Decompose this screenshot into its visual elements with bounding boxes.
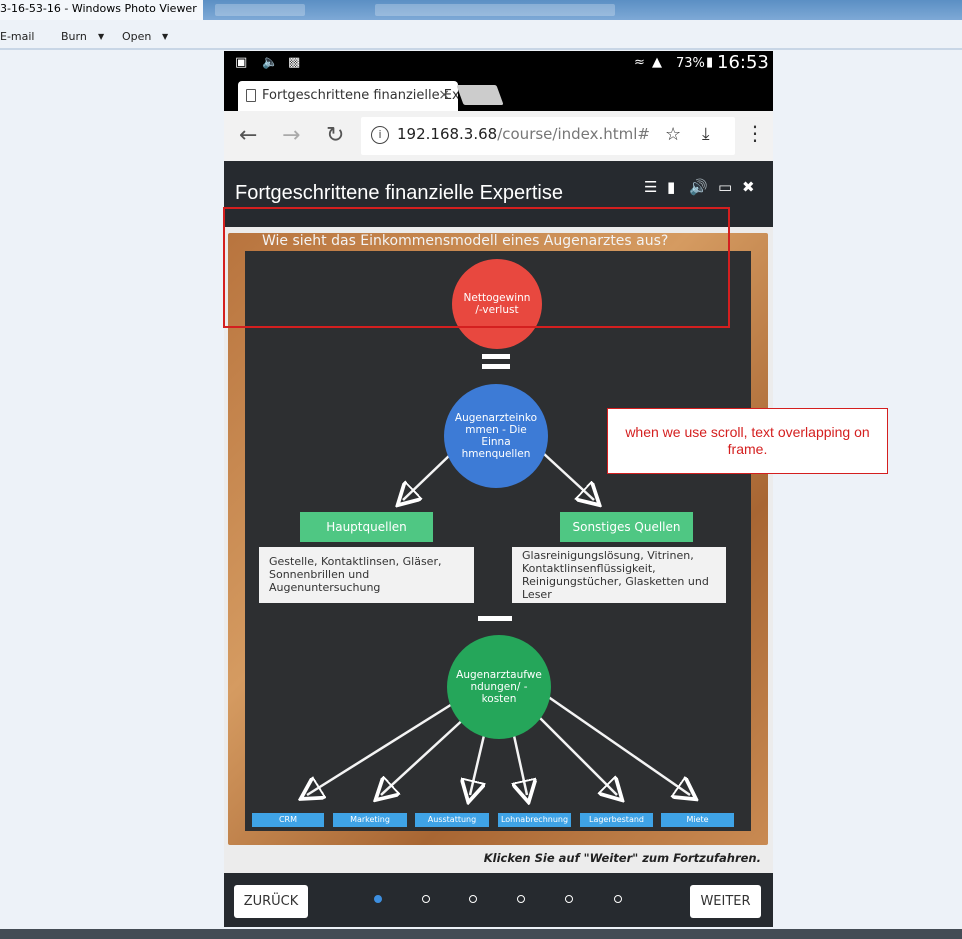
- url-field[interactable]: i 192.168.3.68/course/index.html# ☆ ⤓: [361, 117, 735, 155]
- cost-inventory: Lagerbestand: [580, 813, 653, 827]
- browser-tab[interactable]: Fortgeschrittene finanzielle Expertise ×: [238, 81, 458, 111]
- tab-title: Fortgeschrittene finanzielle Expertise: [262, 88, 458, 103]
- image-icon: ▣: [235, 55, 248, 70]
- audio-icon[interactable]: 🔊: [689, 178, 708, 196]
- clock: 16:53: [717, 52, 769, 73]
- browser-tab-strip: Fortgeschrittene finanzielle Expertise ×: [224, 77, 773, 111]
- cost-rent: Miete: [661, 813, 734, 827]
- exit-icon[interactable]: ✖: [742, 178, 755, 196]
- main-sources-text: Gestelle, Kontaktlinsen, Gläser, Sonnenb…: [259, 547, 474, 603]
- minus-sign: [478, 616, 512, 621]
- page-dot-6[interactable]: [614, 895, 622, 903]
- cost-payroll: Lohnabrechnung: [498, 813, 571, 827]
- page-dot-2[interactable]: [422, 895, 430, 903]
- back-button[interactable]: ZURÜCK: [234, 885, 308, 918]
- continue-hint: Klicken Sie auf "Weiter" zum Fortzufahre…: [483, 851, 761, 865]
- wifi-icon: ≈: [634, 55, 645, 70]
- menu-divider: [0, 48, 962, 50]
- back-arrow-icon[interactable]: ←: [239, 123, 257, 148]
- expenses-circle: Augenarztaufwe ndungen/ -kosten: [447, 635, 551, 739]
- close-tab-icon[interactable]: ×: [438, 87, 450, 103]
- other-sources-text: Glasreinigungslösung, Vitrinen, Kontaktl…: [512, 547, 726, 603]
- battery-level: 73%: [676, 56, 705, 71]
- page-dot-5[interactable]: [565, 895, 573, 903]
- income-circle: Augenarzteinko mmen - Die Einna hmenquel…: [444, 384, 548, 488]
- sim-off-icon: ▩: [288, 55, 301, 70]
- info-icon[interactable]: i: [371, 126, 389, 144]
- open-menu[interactable]: Open: [122, 30, 151, 43]
- page-dot-1[interactable]: [374, 895, 382, 903]
- email-menu[interactable]: E-mail: [0, 30, 35, 43]
- url-host: 192.168.3.68: [397, 125, 498, 143]
- cost-marketing: Marketing: [333, 813, 407, 827]
- new-tab-button[interactable]: [456, 85, 504, 105]
- burn-menu[interactable]: Burn: [61, 30, 87, 43]
- browser-address-bar: ← → ↻ i 192.168.3.68/course/index.html# …: [224, 111, 773, 161]
- taskbar-strip: [0, 929, 962, 939]
- notes-icon[interactable]: ▭: [718, 178, 732, 196]
- blurred-title-item: [215, 4, 305, 16]
- phone-status-bar: ▣ 🔈 ▩ ≈ ▲ 73% ▮ 16:53: [224, 51, 773, 77]
- menu-list-icon[interactable]: ☰: [644, 178, 657, 196]
- main-sources-label: Hauptquellen: [300, 512, 433, 542]
- page-dot-3[interactable]: [469, 895, 477, 903]
- next-button[interactable]: WEITER: [690, 885, 761, 918]
- slide-footer: ZURÜCK WEITER: [224, 873, 773, 927]
- open-dropdown-icon[interactable]: ▼: [162, 32, 168, 41]
- document-icon: [246, 89, 256, 102]
- chalkboard: Nettogewinn /-verlust Augenarzteinko mme…: [245, 251, 751, 831]
- window-title: 3-16-53-16 - Windows Photo Viewer: [0, 0, 203, 20]
- photo-viewer-menu: E-mail Burn ▼ Open ▼: [0, 28, 962, 48]
- phone-screenshot: ▣ 🔈 ▩ ≈ ▲ 73% ▮ 16:53 Fortgeschrittene f…: [224, 51, 773, 927]
- url-path: /course/index.html#: [497, 125, 650, 143]
- issue-callout: when we use scroll, text overlapping on …: [607, 408, 888, 474]
- course-title: Fortgeschrittene finanzielle Expertise: [235, 182, 563, 204]
- bookmark-icon[interactable]: ▮: [667, 178, 675, 196]
- cost-crm: CRM: [252, 813, 324, 827]
- forward-arrow-icon[interactable]: →: [282, 123, 300, 148]
- signal-icon: ▲: [652, 55, 662, 70]
- blurred-title-item: [375, 4, 615, 16]
- page-dot-4[interactable]: [517, 895, 525, 903]
- more-menu-icon[interactable]: ⋮: [745, 121, 765, 145]
- download-icon[interactable]: ⤓: [702, 124, 710, 144]
- cost-equipment: Ausstattung: [415, 813, 489, 827]
- overlap-highlight: [223, 207, 730, 328]
- window-title-bar: 3-16-53-16 - Windows Photo Viewer: [0, 0, 962, 20]
- other-sources-label: Sonstiges Quellen: [560, 512, 693, 542]
- equals-bottom-bar: [482, 364, 510, 369]
- equals-top-bar: [482, 354, 510, 359]
- url-text: 192.168.3.68/course/index.html#: [397, 125, 650, 143]
- volume-icon: 🔈: [262, 55, 279, 70]
- reload-icon[interactable]: ↻: [326, 123, 344, 148]
- burn-dropdown-icon[interactable]: ▼: [98, 32, 104, 41]
- battery-icon: ▮: [706, 55, 714, 70]
- bookmark-star-icon[interactable]: ☆: [665, 124, 681, 145]
